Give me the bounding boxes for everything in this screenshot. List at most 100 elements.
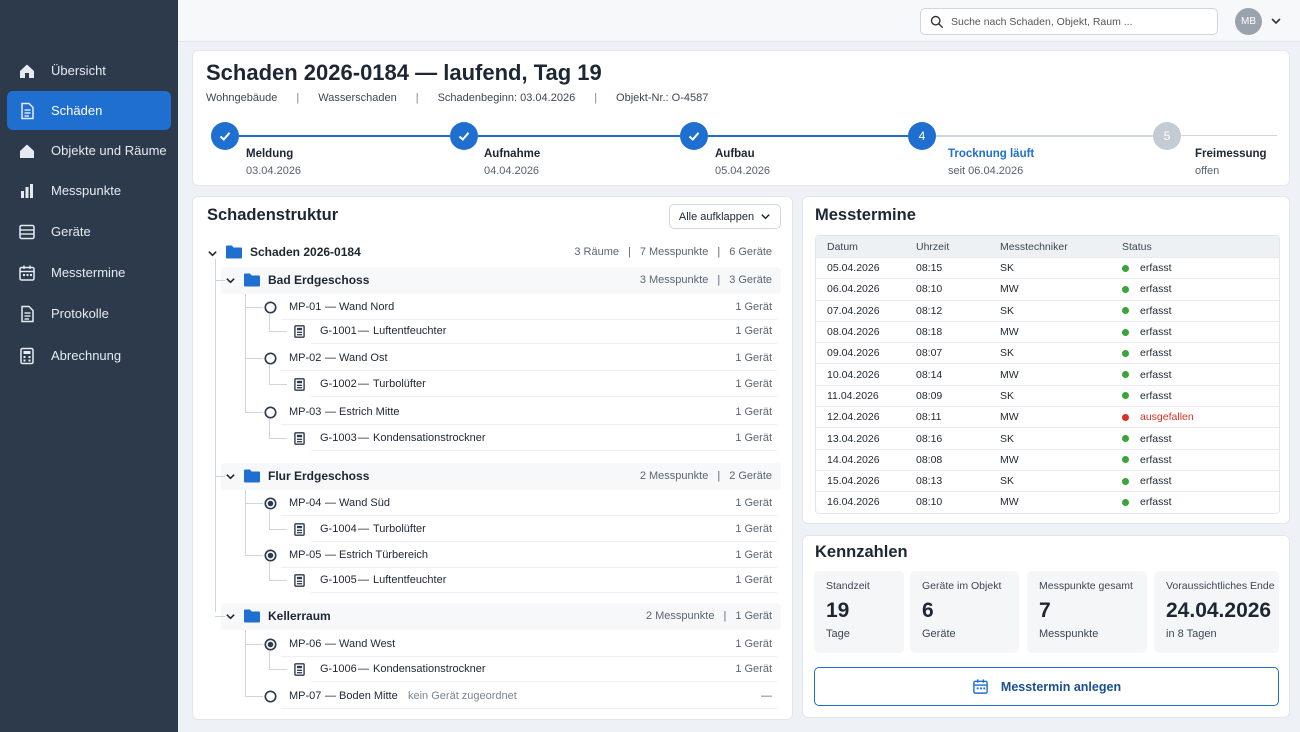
sidebar-item-1[interactable]: Übersicht (7, 51, 171, 90)
step-3-indicator (680, 122, 708, 150)
cell-date: 09.04.2026 (827, 347, 880, 360)
status-label: erfasst (1140, 432, 1172, 445)
table-row[interactable]: 09.04.2026 08:07 SK erfasst (816, 342, 1279, 363)
sidebar-item-7[interactable]: Protokolle (7, 294, 171, 333)
search-box[interactable] (920, 8, 1218, 35)
measurement-point-id: MP-02 (289, 352, 322, 364)
table-row[interactable]: 16.04.2026 08:10 MW erfasst (816, 491, 1279, 512)
kpi-label: Standzeit (826, 580, 870, 592)
calendar-icon (19, 265, 35, 281)
case-header-card: Schaden 2026-0184 — laufend, Tag 19 Wohn… (192, 50, 1290, 186)
chevron-down-icon[interactable] (225, 275, 236, 286)
table-row[interactable]: 10.04.2026 08:14 MW erfasst (816, 363, 1279, 384)
tree-connector-horizontal (269, 438, 287, 439)
chevron-down-icon[interactable] (1270, 15, 1282, 27)
status-label: erfasst (1140, 262, 1172, 275)
step-3-date: 05.04.2026 (715, 165, 771, 177)
column-header-status: Status (1122, 240, 1152, 253)
kpi-value: 19 (826, 599, 850, 622)
step-4-date: seit 06.04.2026 (948, 165, 1024, 177)
separator-dash: — (358, 663, 369, 675)
separator-dash: — (325, 690, 336, 702)
tree-connector-horizontal (245, 412, 263, 413)
table-row[interactable]: 11.04.2026 08:09 SK erfasst (816, 384, 1279, 406)
table-row[interactable]: 13.04.2026 08:16 SK erfasst (816, 427, 1279, 448)
measurement-point-label: Wand Ost (339, 352, 388, 364)
row-divider (281, 708, 777, 709)
row-divider (281, 567, 777, 568)
avatar[interactable]: MB (1235, 8, 1262, 35)
kpi-value: 6 (922, 599, 934, 622)
cell-time: 08:16 (916, 432, 943, 445)
folder-icon (244, 273, 260, 287)
row-divider (311, 450, 777, 451)
measurement-dates-card: Messtermine Datum Uhrzeit Messtechniker … (802, 196, 1290, 524)
cell-status: erfasst (1122, 283, 1279, 295)
table-row[interactable]: 07.04.2026 08:12 SK erfasst (816, 299, 1279, 321)
status-dot-icon (1122, 413, 1129, 421)
step-5-date: offen (1195, 165, 1220, 177)
row-divider (311, 343, 777, 344)
cell-technician: SK (1000, 389, 1015, 402)
count-value: 2 Geräte (729, 470, 772, 482)
create-measurement-date-button[interactable]: Messtermin anlegen (814, 667, 1279, 706)
sidebar-item-label: Messtermine (51, 265, 126, 280)
tree-connector-horizontal (269, 580, 287, 581)
table-row[interactable]: 06.04.2026 08:10 MW erfasst (816, 278, 1279, 299)
measurement-point-id: MP-01 (289, 301, 322, 313)
search-input[interactable] (951, 15, 1201, 28)
sidebar-item-8[interactable]: Abrechnung (7, 336, 171, 375)
measurement-point-id: MP-05 (289, 549, 322, 561)
create-button-label: Messtermin anlegen (1000, 679, 1122, 694)
table-row[interactable]: 15.04.2026 08:13 SK erfasst (816, 469, 1279, 491)
chevron-down-icon[interactable] (225, 611, 236, 622)
cell-time: 08:13 (916, 475, 943, 488)
count-value: 6 Geräte (729, 246, 772, 258)
cell-technician: SK (1000, 475, 1015, 488)
sidebar-item-label: Objekte und Räume (51, 143, 167, 158)
status-dot-icon (1122, 349, 1129, 357)
sidebar-item-4[interactable]: Messpunkte (7, 171, 171, 210)
table-row[interactable]: 12.04.2026 08:11 MW ausgefallen (816, 406, 1279, 427)
device-id: G-1003 (320, 432, 357, 444)
status-dot-icon (1122, 498, 1129, 506)
chevron-down-icon[interactable] (207, 248, 218, 259)
tree-root-name: Schaden 2026-0184 (250, 245, 361, 259)
device-icon (294, 325, 305, 338)
cell-date: 05.04.2026 (827, 262, 880, 275)
separator-dash: — (325, 549, 336, 561)
count-separator: | (627, 246, 631, 258)
table-row[interactable]: 08.04.2026 08:18 MW erfasst (816, 320, 1279, 342)
chevron-down-icon[interactable] (225, 471, 236, 482)
expand-all-button[interactable]: Alle aufklappen (669, 204, 781, 229)
cell-technician: SK (1000, 432, 1015, 445)
kpi-label: Messpunkte gesamt (1039, 580, 1133, 592)
cell-technician: MW (1000, 368, 1019, 381)
measurement-point-active-icon (264, 549, 277, 562)
table-row[interactable]: 14.04.2026 08:08 MW erfasst (816, 448, 1279, 470)
sidebar-item-label: Geräte (51, 224, 91, 239)
cell-time: 08:09 (916, 389, 943, 402)
cell-date: 06.04.2026 (827, 283, 880, 296)
cell-time: 08:07 (916, 347, 943, 360)
sidebar-item-5[interactable]: Geräte (7, 212, 171, 251)
step-1-name: Meldung (246, 148, 294, 160)
tree-connector-horizontal (215, 476, 225, 477)
cell-time: 08:08 (916, 453, 943, 466)
step-5-name: Freimessung (1195, 148, 1267, 160)
row-divider (281, 319, 777, 320)
expand-all-label: Alle aufklappen (678, 210, 755, 223)
separator-dash: — (358, 523, 369, 535)
table-row[interactable]: 05.04.2026 08:15 SK erfasst (816, 257, 1279, 278)
step-connector (936, 135, 1153, 137)
status-label: erfasst (1140, 389, 1172, 402)
count-separator: | (717, 470, 721, 482)
sidebar-item-label: Abrechnung (51, 348, 122, 363)
sidebar-item-6[interactable]: Messtermine (7, 253, 171, 292)
sidebar-item-2[interactable]: Schäden (7, 91, 171, 130)
sidebar-item-3[interactable]: Objekte und Räume (7, 131, 171, 170)
tree-connector-vertical (269, 314, 270, 332)
tree-connector-vertical (269, 365, 270, 385)
status-label: erfasst (1140, 475, 1172, 488)
cell-date: 10.04.2026 (827, 368, 880, 381)
